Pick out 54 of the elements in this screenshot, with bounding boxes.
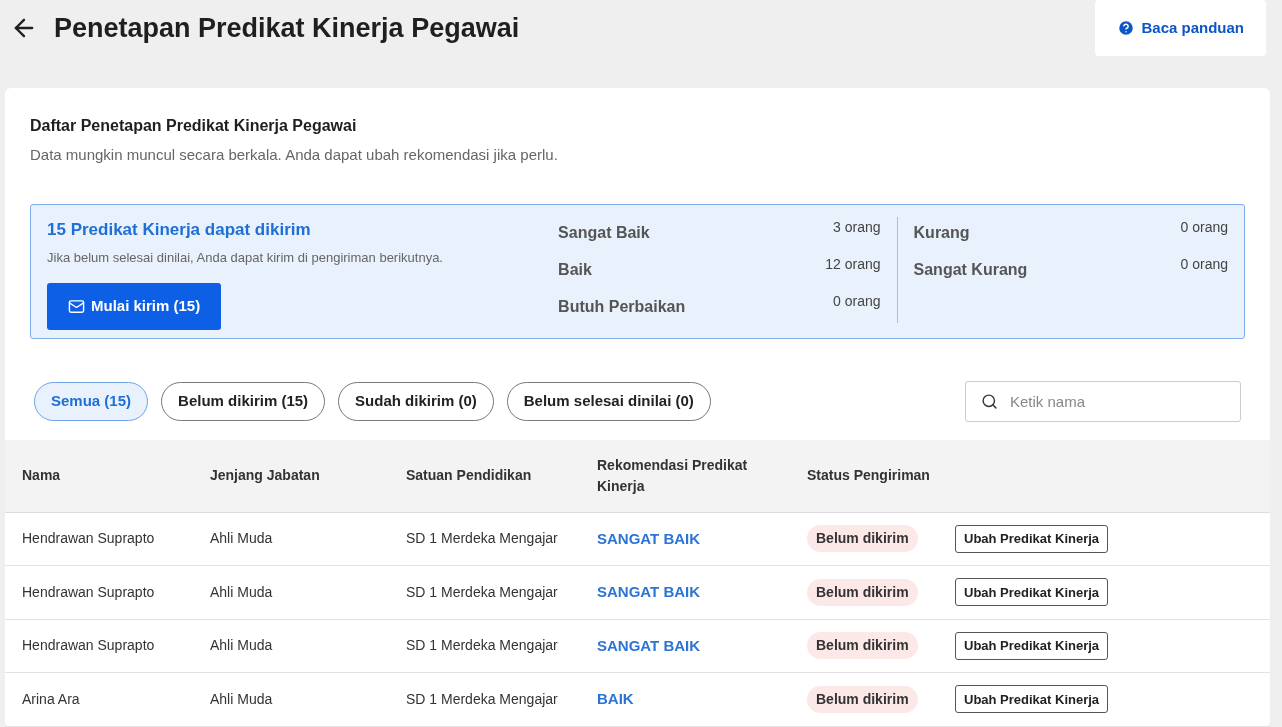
grade-count: 0 orang xyxy=(833,291,881,311)
table-cell-text: Hendrawan Suprapto xyxy=(22,582,156,602)
table-cell-text: Ahli Muda xyxy=(210,582,274,602)
recommendation-label: SANGAT BAIK xyxy=(597,582,702,602)
grade-label: Butuh Perbaikan xyxy=(558,296,686,313)
filter-chip[interactable]: Semua (15) xyxy=(34,381,149,421)
edit-grade-button[interactable]: Ubah Predikat Kinerja xyxy=(955,631,1109,660)
table-cell-text: Ahli Muda xyxy=(210,689,274,709)
status-pill: Belum dikirim xyxy=(807,578,918,606)
grade-count: 3 orang xyxy=(833,217,881,237)
grade-count: 12 orang xyxy=(825,254,881,274)
send-button[interactable]: Mulai kirim (15) xyxy=(47,282,222,330)
table-cell-text: SD 1 Merdeka Mengajar xyxy=(406,636,559,656)
summary-title: 15 Predikat Kinerja dapat dikirim xyxy=(47,218,312,241)
card-title: Daftar Penetapan Predikat Kinerja Pegawai xyxy=(30,116,358,136)
search-icon xyxy=(981,392,998,410)
table-cell-text: Hendrawan Suprapto xyxy=(22,529,156,549)
grade-label: Kurang xyxy=(913,222,970,239)
status-pill: Belum dikirim xyxy=(807,685,918,713)
edit-grade-button[interactable]: Ubah Predikat Kinerja xyxy=(955,578,1109,607)
filter-chip[interactable]: Sudah dikirim (0) xyxy=(338,381,494,421)
card-subtitle: Data mungkin muncul secara berkala. Anda dapat ubah rekomendasi jika perlu. xyxy=(30,145,559,165)
recommendation-label: SANGAT BAIK xyxy=(597,528,702,549)
table-cell-text: Arina Ara xyxy=(22,689,81,709)
grade-label: Sangat Kurang xyxy=(913,259,1028,276)
search-field[interactable]: Ketik nama xyxy=(965,380,1241,422)
summary-note: Jika belum selesai dinilai, Anda dapat kirim di pengiriman berikutnya. xyxy=(47,249,444,267)
status-pill: Belum dikirim xyxy=(807,632,918,660)
table-cell-text: SD 1 Merdeka Mengajar xyxy=(406,689,559,709)
grade-label: Sangat Baik xyxy=(558,222,650,239)
page-title: Penetapan Predikat Kinerja Pegawai xyxy=(54,11,520,45)
mail-icon xyxy=(68,297,85,315)
grade-count: 0 orang xyxy=(1180,254,1228,274)
column-header: Status Pengiriman xyxy=(807,466,931,485)
table-cell-text: SD 1 Merdeka Mengajar xyxy=(406,529,559,549)
help-icon xyxy=(1117,19,1136,37)
recommendation-label: BAIK xyxy=(597,689,635,709)
table-cell-text: SD 1 Merdeka Mengajar xyxy=(406,582,559,602)
table-cell-text: Ahli Muda xyxy=(210,636,274,656)
edit-grade-button[interactable]: Ubah Predikat Kinerja xyxy=(955,524,1109,553)
filter-chip[interactable]: Belum dikirim (15) xyxy=(161,381,326,421)
column-header: Satuan Pendidikan xyxy=(406,466,533,485)
column-header: Nama xyxy=(22,466,62,485)
edit-grade-button[interactable]: Ubah Predikat Kinerja xyxy=(955,685,1109,714)
filter-chip[interactable]: Belum selesai dinilai (0) xyxy=(506,381,711,421)
recommendation-label: SANGAT BAIK xyxy=(597,635,702,656)
column-header: Rekomendasi Predikat Kinerja xyxy=(597,455,749,496)
grade-label: Baik xyxy=(558,259,592,276)
grade-count: 0 orang xyxy=(1180,217,1228,237)
status-pill: Belum dikirim xyxy=(807,525,918,553)
column-header: Jenjang Jabatan xyxy=(210,466,321,485)
table-cell-text: Hendrawan Suprapto xyxy=(22,636,156,656)
table-cell-text: Ahli Muda xyxy=(210,529,274,549)
guide-button[interactable]: Baca panduan xyxy=(1095,0,1266,56)
